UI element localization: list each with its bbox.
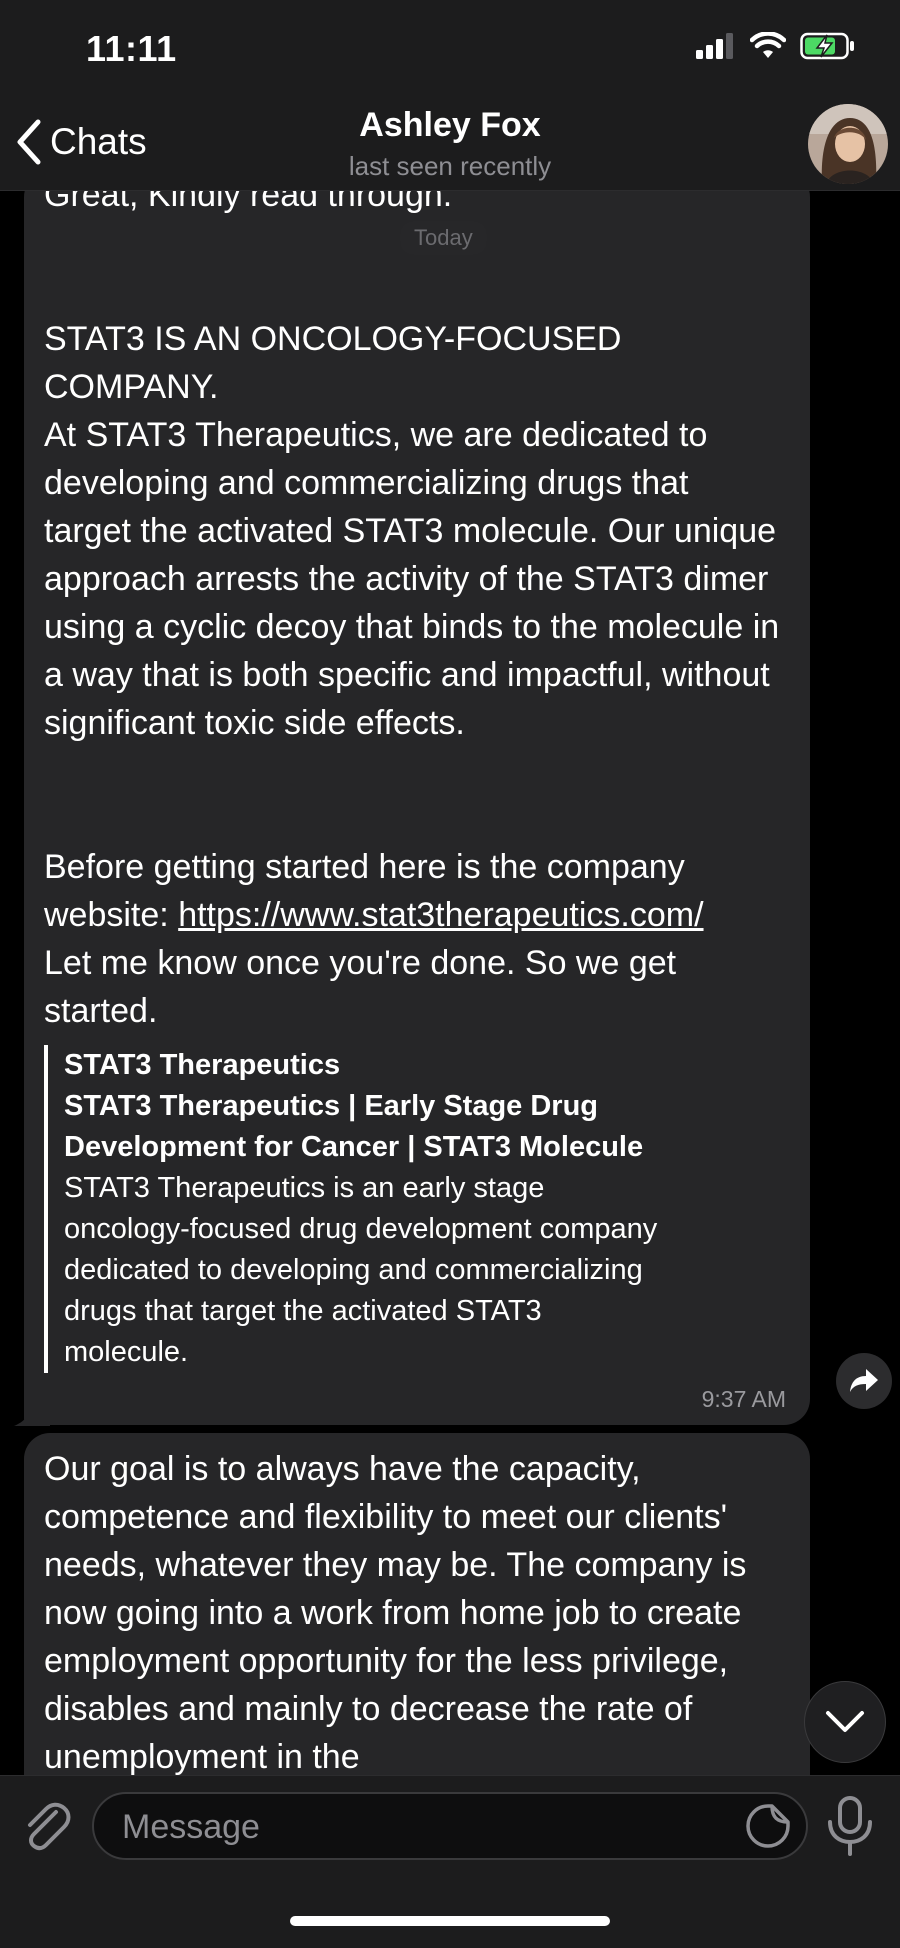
chevron-down-icon (826, 1711, 864, 1732)
link-preview-title: STAT3 Therapeutics | Early Stage Drug De… (64, 1090, 644, 1163)
signal-icon (696, 33, 733, 59)
wifi-icon (750, 32, 786, 58)
link-preview[interactable]: STAT3 Therapeutics STAT3 Therapeutics | … (44, 1045, 784, 1373)
message-time: 9:37 AM (701, 1386, 786, 1412)
sticker-icon[interactable] (744, 1802, 792, 1850)
message-text: Great, Kindly read through. STAT3 IS AN … (44, 191, 784, 1035)
status-time: 11:11 (86, 28, 177, 69)
message-list[interactable]: Great, Kindly read through. STAT3 IS AN … (0, 191, 900, 1775)
back-button[interactable]: Chats (14, 118, 147, 166)
composer-bar (0, 1775, 900, 1948)
back-chevron-icon (17, 119, 41, 165)
battery-charging-icon (800, 32, 854, 60)
message-bubble[interactable]: Great, Kindly read through. STAT3 IS AN … (24, 191, 810, 1425)
microphone-icon[interactable] (822, 1796, 878, 1856)
back-label: Chats (50, 121, 147, 162)
paperclip-icon[interactable] (18, 1798, 74, 1854)
message-body: Great, Kindly read through. STAT3 IS AN … (44, 191, 780, 934)
avatar[interactable] (808, 104, 888, 184)
message-text: Our goal is to always have the capacity,… (44, 1450, 756, 1775)
date-chip: Today (400, 221, 487, 255)
message-bubble[interactable]: Our goal is to always have the capacity,… (24, 1433, 810, 1775)
message-field[interactable] (92, 1792, 808, 1860)
link-preview-site: STAT3 Therapeutics (64, 1049, 341, 1081)
forward-icon (850, 1369, 878, 1392)
status-bar: 11:11 (0, 0, 900, 100)
status-icons (696, 32, 856, 60)
home-indicator[interactable] (290, 1916, 610, 1926)
link-preview-description: STAT3 Therapeutics is an early stage onc… (64, 1172, 658, 1368)
message-body-end: Let me know once you're done. So we get … (44, 944, 677, 1030)
chat-header: Chats Ashley Fox last seen recently (0, 100, 900, 191)
scroll-to-bottom-button[interactable] (804, 1681, 886, 1763)
message-input[interactable] (120, 1794, 724, 1860)
forward-button[interactable] (836, 1353, 892, 1409)
company-website-link[interactable]: https://www.stat3therapeutics.com/ (178, 896, 703, 934)
